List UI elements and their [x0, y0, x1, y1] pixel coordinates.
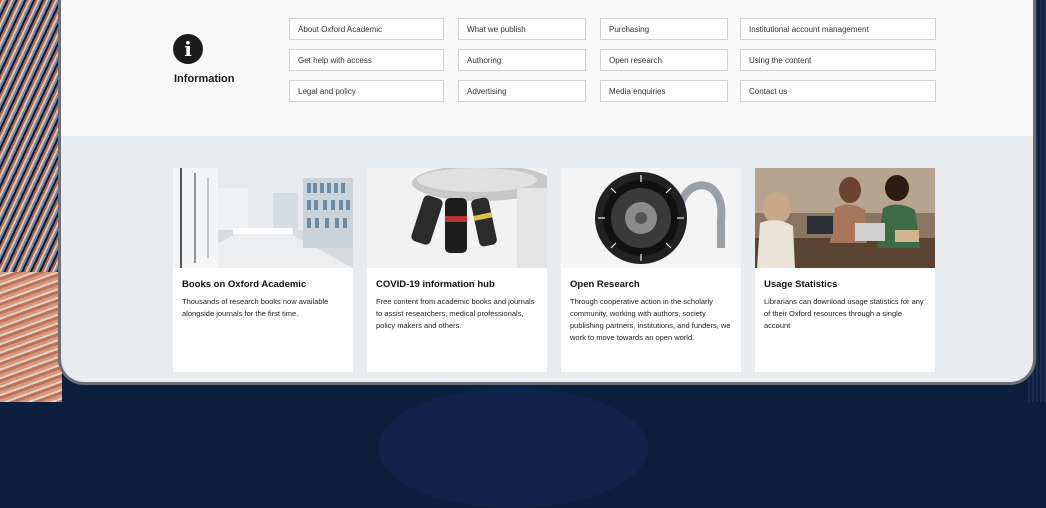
library-image: [173, 168, 353, 268]
padlock-image: [561, 168, 741, 268]
info-icon: i: [173, 34, 203, 64]
card-description: Librarians can download usage statistics…: [764, 297, 924, 330]
people-studying-image: [755, 168, 935, 268]
link-media-enquiries[interactable]: Media enquiries: [600, 80, 728, 102]
link-what-we-publish[interactable]: What we publish: [458, 18, 586, 40]
link-institutional-account-management[interactable]: Institutional account management: [740, 18, 936, 40]
link-advertising[interactable]: Advertising: [458, 80, 586, 102]
information-section: i Information About Oxford Academic What…: [61, 0, 1033, 136]
card-description: Free content from academic books and jou…: [376, 297, 535, 330]
link-legal-and-policy[interactable]: Legal and policy: [289, 80, 444, 102]
decorative-stripes-left: [0, 0, 62, 402]
card-title: COVID-19 information hub: [376, 279, 495, 290]
card-title: Open Research: [570, 279, 640, 290]
card-description: Thousands of research books now availabl…: [182, 297, 329, 318]
card-books-on-oxford-academic[interactable]: Books on Oxford Academic Thousands of re…: [173, 168, 353, 372]
card-covid-19-information-hub[interactable]: COVID-19 information hub Free content fr…: [367, 168, 547, 372]
link-using-the-content[interactable]: Using the content: [740, 49, 936, 71]
link-open-research[interactable]: Open research: [600, 49, 728, 71]
information-heading: Information: [174, 73, 235, 85]
decorative-circle: [378, 388, 648, 508]
microscope-image: [367, 168, 547, 268]
link-about-oxford-academic[interactable]: About Oxford Academic: [289, 18, 444, 40]
link-purchasing[interactable]: Purchasing: [600, 18, 728, 40]
card-title: Usage Statistics: [764, 279, 838, 290]
link-get-help-with-access[interactable]: Get help with access: [289, 49, 444, 71]
card-title: Books on Oxford Academic: [182, 279, 307, 290]
card-open-research[interactable]: Open Research Through cooperative action…: [561, 168, 741, 372]
link-contact-us[interactable]: Contact us: [740, 80, 936, 102]
page-window: i Information About Oxford Academic What…: [58, 0, 1036, 385]
card-usage-statistics[interactable]: Usage Statistics Librarians can download…: [755, 168, 935, 372]
card-description: Through cooperative action in the schola…: [570, 297, 731, 342]
link-authoring[interactable]: Authoring: [458, 49, 586, 71]
